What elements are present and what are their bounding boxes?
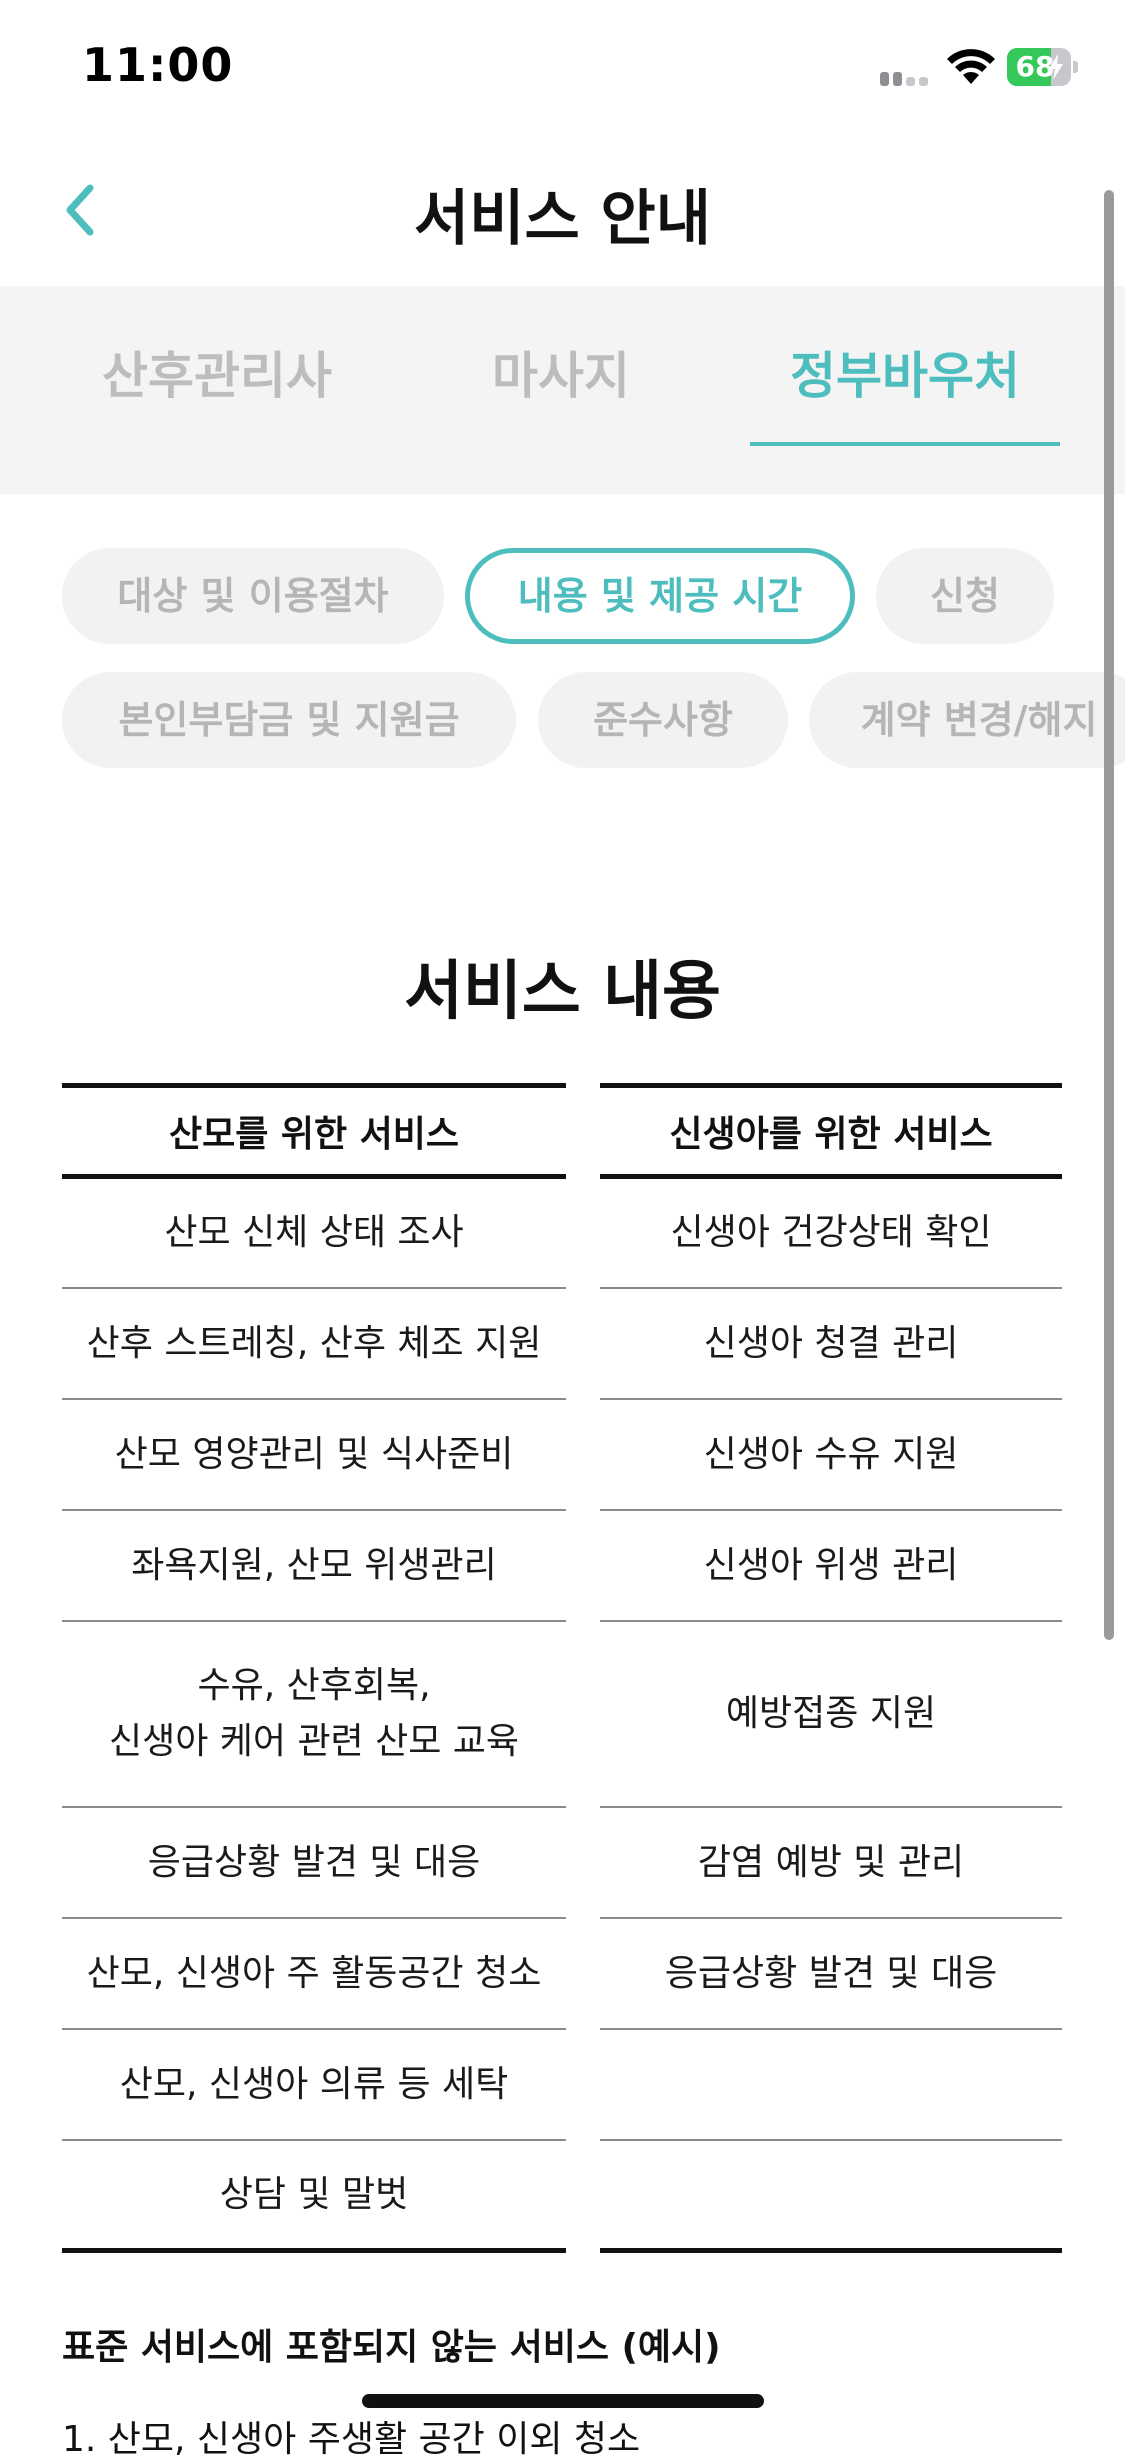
table-cell: 산모, 신생아 의류 등 세탁 bbox=[62, 2030, 566, 2141]
table-cell: 신생아 위생 관리 bbox=[600, 1511, 1062, 1622]
category-chips: 대상 및 이용절차 내용 및 제공 시간 신청 본인부담금 및 지원금 준수사항… bbox=[0, 494, 1125, 784]
chip-eligibility-procedure[interactable]: 대상 및 이용절차 bbox=[62, 548, 444, 644]
table-cell: 산모, 신생아 주 활동공간 청소 bbox=[62, 1919, 566, 2030]
charging-bolt-icon bbox=[1049, 54, 1063, 80]
table-cell bbox=[600, 2030, 1062, 2141]
table-cell: 신생아 수유 지원 bbox=[600, 1400, 1062, 1511]
table-cell: 예방접종 지원 bbox=[600, 1622, 1062, 1808]
top-tab-bar: 산후관리사 마사지 정부바우처 bbox=[0, 286, 1125, 494]
home-indicator[interactable] bbox=[362, 2394, 764, 2408]
table-cell: 신생아 건강상태 확인 bbox=[600, 1179, 1062, 1289]
newborn-services-column: 신생아를 위한 서비스 신생아 건강상태 확인 신생아 청결 관리 신생아 수유… bbox=[600, 1083, 1062, 2253]
tab-massage[interactable]: 마사지 bbox=[406, 346, 716, 446]
section-title: 서비스 내용 bbox=[404, 955, 721, 1029]
tab-government-voucher[interactable]: 정부바우처 bbox=[750, 346, 1060, 446]
chip-content-hours[interactable]: 내용 및 제공 시간 bbox=[465, 548, 855, 644]
chip-application[interactable]: 신청 bbox=[876, 548, 1054, 644]
chip-compliance[interactable]: 준수사항 bbox=[538, 672, 788, 768]
tab-postpartum-caregiver[interactable]: 산후관리사 bbox=[62, 346, 372, 446]
signal-icon bbox=[880, 64, 932, 86]
table-cell: 응급상황 발견 및 대응 bbox=[600, 1919, 1062, 2030]
column-header: 신생아를 위한 서비스 bbox=[600, 1083, 1062, 1179]
nav-bar: 서비스 안내 bbox=[0, 140, 1125, 286]
table-cell: 산후 스트레칭, 산후 체조 지원 bbox=[62, 1289, 566, 1400]
table-cell: 산모 신체 상태 조사 bbox=[62, 1179, 566, 1289]
scrollbar[interactable] bbox=[1104, 190, 1114, 1640]
status-time: 11:00 bbox=[82, 38, 234, 92]
table-cell: 산모 영양관리 및 식사준비 bbox=[62, 1400, 566, 1511]
status-bar: 11:00 68 bbox=[0, 0, 1125, 140]
chip-contract-change[interactable]: 계약 변경/해지 bbox=[809, 672, 1125, 768]
table-cell: 감염 예방 및 관리 bbox=[600, 1808, 1062, 1919]
table-cell: 좌욕지원, 산모 위생관리 bbox=[62, 1511, 566, 1622]
excluded-services-title: 표준 서비스에 포함되지 않는 서비스 (예시) bbox=[62, 2327, 721, 2368]
battery-icon: 68 bbox=[1007, 48, 1079, 86]
excluded-services-item: 1. 산모, 신생아 주생활 공간 이외 청소 bbox=[62, 2419, 641, 2460]
wifi-icon bbox=[946, 48, 996, 86]
table-cell: 상담 및 말벗 bbox=[62, 2141, 566, 2253]
column-header: 산모를 위한 서비스 bbox=[62, 1083, 566, 1179]
table-cell: 수유, 산후회복, 신생아 케어 관련 산모 교육 bbox=[62, 1622, 566, 1808]
page-title: 서비스 안내 bbox=[414, 184, 711, 254]
table-cell bbox=[600, 2141, 1062, 2253]
mother-services-column: 산모를 위한 서비스 산모 신체 상태 조사 산후 스트레칭, 산후 체조 지원… bbox=[62, 1083, 566, 2253]
chip-copay-subsidy[interactable]: 본인부담금 및 지원금 bbox=[62, 672, 516, 768]
table-cell: 응급상황 발견 및 대응 bbox=[62, 1808, 566, 1919]
table-cell: 신생아 청결 관리 bbox=[600, 1289, 1062, 1400]
